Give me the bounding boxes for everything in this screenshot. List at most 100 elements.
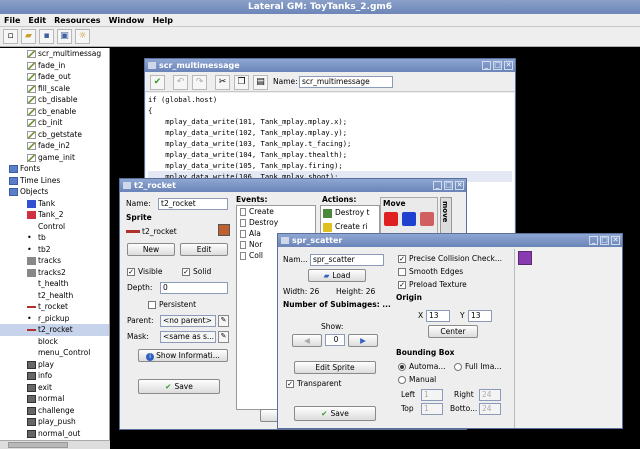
tree-item[interactable]: Objects bbox=[0, 186, 109, 198]
edit-sprite-button[interactable]: Edit bbox=[180, 243, 228, 256]
tree-item[interactable]: Tank_2 bbox=[0, 209, 109, 221]
save-as-icon[interactable]: ▣ bbox=[57, 29, 72, 44]
bbox-manual-radio-dot[interactable] bbox=[398, 376, 406, 384]
tree-item[interactable]: t2_health bbox=[0, 290, 109, 302]
center-origin-button[interactable]: Center bbox=[428, 325, 478, 338]
tree-horizontal-scrollbar[interactable] bbox=[0, 440, 110, 449]
preload-texture-checkbox-box[interactable]: ✓ bbox=[398, 281, 406, 289]
tree-item[interactable]: play_push bbox=[0, 416, 109, 428]
bbox-automatic-radio-dot[interactable] bbox=[398, 363, 406, 371]
smooth-edges-checkbox[interactable]: Smooth Edges bbox=[398, 267, 463, 277]
persistent-checkbox[interactable]: Persistent bbox=[148, 300, 196, 310]
next-subimage-button[interactable]: ▶ bbox=[348, 334, 378, 347]
persistent-checkbox-box[interactable] bbox=[148, 301, 156, 309]
tree-item[interactable]: t2_rocket bbox=[0, 324, 109, 336]
tree-item[interactable]: info bbox=[0, 370, 109, 382]
event-item[interactable]: Create bbox=[237, 206, 315, 217]
bbox-right-field[interactable]: 24 bbox=[479, 389, 501, 401]
tree-item[interactable]: tracks2 bbox=[0, 267, 109, 279]
event-item[interactable]: Destroy bbox=[237, 217, 315, 228]
resource-tree[interactable]: scr_multimessag fade_in fade_out fill_scale… bbox=[0, 48, 110, 440]
tree-item[interactable]: play bbox=[0, 359, 109, 371]
transparent-checkbox-box[interactable]: ✓ bbox=[286, 380, 294, 388]
window-close-icon[interactable]: ✕ bbox=[504, 61, 513, 70]
window-maximize-icon[interactable]: □ bbox=[600, 236, 609, 245]
tree-item[interactable]: cb_disable bbox=[0, 94, 109, 106]
tree-item[interactable]: tracks bbox=[0, 255, 109, 267]
window-maximize-icon[interactable]: □ bbox=[444, 181, 453, 190]
save-disk-icon[interactable]: ▪ bbox=[39, 29, 54, 44]
bbox-top-field[interactable]: 1 bbox=[421, 403, 443, 415]
menu-resources[interactable]: Resources bbox=[50, 14, 104, 27]
tree-item[interactable]: cb_init bbox=[0, 117, 109, 129]
bbox-full-image-radio[interactable]: Full Ima... bbox=[454, 362, 501, 372]
transparent-checkbox[interactable]: ✓ Transparent bbox=[286, 379, 341, 389]
tree-item[interactable]: • tb2 bbox=[0, 244, 109, 256]
bbox-left-field[interactable]: 1 bbox=[421, 389, 443, 401]
window-minimize-icon[interactable]: _ bbox=[589, 236, 598, 245]
tree-item[interactable]: cb_enable bbox=[0, 106, 109, 118]
depth-field[interactable]: 0 bbox=[160, 282, 228, 294]
move-towards-icon[interactable] bbox=[420, 212, 434, 226]
mask-select[interactable]: <same as s... bbox=[160, 331, 216, 343]
origin-x-field[interactable]: 13 bbox=[426, 310, 450, 322]
tree-item[interactable]: Control bbox=[0, 221, 109, 233]
confirm-check-icon[interactable]: ✔ bbox=[150, 75, 165, 90]
sprite-name-field[interactable]: spr_scatter bbox=[310, 254, 384, 266]
paste-icon[interactable]: ▤ bbox=[253, 75, 268, 90]
sprite-picker-icon[interactable] bbox=[218, 224, 230, 236]
preferences-icon[interactable]: ☼ bbox=[75, 29, 90, 44]
tree-item[interactable]: menu_Control bbox=[0, 347, 109, 359]
load-sprite-button[interactable]: ▰ Load bbox=[308, 269, 366, 282]
tree-item[interactable]: fade_in bbox=[0, 60, 109, 72]
tree-item[interactable]: t_rocket bbox=[0, 301, 109, 313]
tree-item[interactable]: Tank bbox=[0, 198, 109, 210]
mask-picker-icon[interactable]: ✎ bbox=[218, 331, 229, 343]
tree-item[interactable]: challenge bbox=[0, 405, 109, 417]
new-sprite-button[interactable]: New bbox=[127, 243, 175, 256]
visible-checkbox-box[interactable]: ✓ bbox=[127, 268, 135, 276]
tree-item[interactable]: Fonts bbox=[0, 163, 109, 175]
tree-item[interactable]: Time Lines bbox=[0, 175, 109, 187]
menu-window[interactable]: Window bbox=[105, 14, 149, 27]
show-information-button[interactable]: i Show Informati... bbox=[138, 349, 228, 362]
tree-item[interactable]: cb_getstate bbox=[0, 129, 109, 141]
tree-item[interactable]: normal bbox=[0, 393, 109, 405]
solid-checkbox[interactable]: ✓ Solid bbox=[182, 267, 211, 277]
bbox-automatic-radio[interactable]: Automa... bbox=[398, 362, 445, 372]
tree-item[interactable]: • tb bbox=[0, 232, 109, 244]
parent-picker-icon[interactable]: ✎ bbox=[218, 315, 229, 327]
cut-icon[interactable]: ✂ bbox=[215, 75, 230, 90]
script-name-field[interactable]: scr_multimessage bbox=[299, 76, 393, 88]
precise-collision-checkbox[interactable]: ✓ Precise Collision Check... bbox=[398, 254, 502, 264]
menu-help[interactable]: Help bbox=[148, 14, 177, 27]
tree-item[interactable]: scr_multimessag bbox=[0, 48, 109, 60]
action-item[interactable]: Create ri bbox=[321, 220, 379, 234]
undo-icon[interactable]: ↶ bbox=[173, 75, 188, 90]
tree-item[interactable]: fade_out bbox=[0, 71, 109, 83]
object-name-field[interactable]: t2_rocket bbox=[158, 198, 228, 210]
open-folder-icon[interactable]: ▰ bbox=[21, 29, 36, 44]
move-fixed-icon[interactable] bbox=[384, 212, 398, 226]
tree-item[interactable]: fill_scale bbox=[0, 83, 109, 95]
window-maximize-icon[interactable]: □ bbox=[493, 61, 502, 70]
tree-item[interactable]: block bbox=[0, 336, 109, 348]
solid-checkbox-box[interactable]: ✓ bbox=[182, 268, 190, 276]
visible-checkbox[interactable]: ✓ Visible bbox=[127, 267, 163, 277]
tree-item[interactable]: t_health bbox=[0, 278, 109, 290]
menu-edit[interactable]: Edit bbox=[24, 14, 50, 27]
preload-texture-checkbox[interactable]: ✓ Preload Texture bbox=[398, 280, 467, 290]
edit-sprite-image-button[interactable]: Edit Sprite bbox=[294, 361, 376, 374]
parent-select[interactable]: <no parent> bbox=[160, 315, 216, 327]
bbox-manual-radio[interactable]: Manual bbox=[398, 375, 436, 385]
bbox-bottom-field[interactable]: 24 bbox=[479, 403, 501, 415]
window-close-icon[interactable]: ✕ bbox=[455, 181, 464, 190]
menu-file[interactable]: File bbox=[0, 14, 24, 27]
script-window-title-bar[interactable]: scr_multimessage _ □ ✕ bbox=[145, 59, 515, 72]
tree-item[interactable]: game_init bbox=[0, 152, 109, 164]
window-close-icon[interactable]: ✕ bbox=[611, 236, 620, 245]
copy-icon[interactable]: ❐ bbox=[234, 75, 249, 90]
sprite-save-button[interactable]: ✔ Save bbox=[294, 406, 376, 421]
redo-icon[interactable]: ↷ bbox=[192, 75, 207, 90]
sprite-window-title-bar[interactable]: spr_scatter _ □ ✕ bbox=[278, 234, 622, 247]
